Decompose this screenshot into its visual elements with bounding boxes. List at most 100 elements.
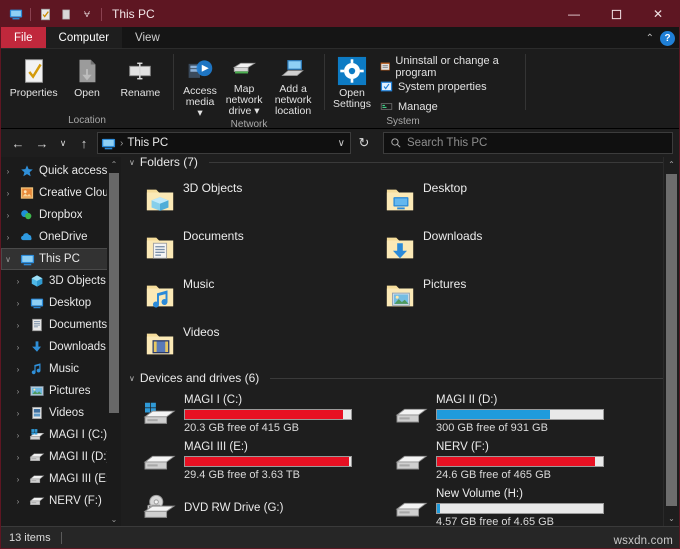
sidebar-item-dropbox[interactable]: › Dropbox <box>1 204 121 226</box>
address-dropdown-icon[interactable]: ∨ <box>338 138 345 149</box>
drive-free-space-label: 4.57 GB free of 4.65 GB <box>436 516 555 526</box>
expand-chevron-icon[interactable]: › <box>1 189 15 198</box>
sidebar-item-3d-objects[interactable]: › 3D Objects <box>1 270 121 292</box>
add-network-location-button[interactable]: Add a network location <box>270 53 316 117</box>
sidebar-item-videos[interactable]: › Videos <box>1 402 121 424</box>
sidebar-item-creative-cloud-fil[interactable]: › Creative Cloud Fil <box>1 182 121 204</box>
tab-computer[interactable]: Computer <box>45 27 123 48</box>
sidebar-item-label: 3D Objects <box>49 275 106 287</box>
content-scroll-thumb[interactable] <box>666 174 677 506</box>
ribbon-group-system: Open Settings Uninstall or change a prog… <box>325 49 525 129</box>
sidebar-scroll-up-icon[interactable]: ⌃ <box>107 157 121 171</box>
sidebar-scrollbar[interactable]: ⌃ ⌄ <box>107 157 121 526</box>
network-group-title: Network <box>230 119 268 130</box>
expand-chevron-icon[interactable]: › <box>1 233 15 242</box>
drive-usage-fill <box>437 410 550 419</box>
folders-group-chevron-icon[interactable]: ∨ <box>129 158 135 167</box>
tab-file[interactable]: File <box>1 27 46 48</box>
drives-group-header[interactable]: ∨ Devices and drives (6) <box>121 369 679 387</box>
navigation-bar: ← → ∨ ↑ › This PC ∨ ↻ Search This PC <box>1 129 679 157</box>
back-button[interactable]: ← <box>7 132 29 154</box>
manage-button[interactable]: Manage <box>377 97 517 116</box>
expand-chevron-icon[interactable]: › <box>11 431 25 440</box>
drive-item[interactable]: NERV (F:) 24.6 GB free of 465 GB <box>387 437 639 484</box>
help-icon[interactable]: ? <box>660 30 675 46</box>
drive-item[interactable]: MAGI III (E:) 29.4 GB free of 3.63 TB <box>135 437 387 484</box>
window-title: This PC <box>112 7 155 21</box>
expand-chevron-icon[interactable]: › <box>1 211 15 220</box>
folder-item[interactable]: Downloads <box>375 223 615 271</box>
expand-chevron-icon[interactable]: › <box>11 497 25 506</box>
folder-item[interactable]: Desktop <box>375 175 615 223</box>
drives-group-chevron-icon[interactable]: ∨ <box>129 374 135 383</box>
sidebar-item-onedrive[interactable]: › OneDrive <box>1 226 121 248</box>
drive-icon <box>29 471 45 487</box>
folder-music-icon <box>145 280 175 310</box>
refresh-button[interactable]: ↻ <box>353 132 375 154</box>
properties-button[interactable]: Properties <box>9 53 58 99</box>
expand-chevron-icon[interactable]: › <box>11 387 25 396</box>
expand-chevron-icon[interactable]: › <box>11 453 25 462</box>
open-button[interactable]: Open <box>62 53 111 99</box>
sidebar-item-this-pc[interactable]: ∨ This PC <box>1 248 121 270</box>
drive-info: NERV (F:) 24.6 GB free of 465 GB <box>436 439 604 482</box>
sidebar-item-music[interactable]: › Music <box>1 358 121 380</box>
sidebar-item-downloads[interactable]: › Downloads <box>1 336 121 358</box>
tab-view[interactable]: View <box>122 27 173 48</box>
expand-chevron-icon[interactable]: › <box>11 475 25 484</box>
sidebar-item-documents[interactable]: › Documents <box>1 314 121 336</box>
folder-item[interactable]: 3D Objects <box>135 175 375 223</box>
content-scrollbar[interactable]: ⌃ ⌄ <box>663 157 679 526</box>
content-scroll-up-icon[interactable]: ⌃ <box>664 157 679 172</box>
expand-chevron-icon[interactable]: › <box>11 365 25 374</box>
open-icon <box>79 59 96 83</box>
system-properties-button[interactable]: System properties <box>377 77 517 96</box>
content-scroll-down-icon[interactable]: ⌄ <box>664 511 679 526</box>
map-network-drive-button[interactable]: Map network drive ▾ <box>222 53 266 117</box>
qat-dropdown-icon[interactable]: ⩝ <box>78 5 96 23</box>
minimize-button[interactable]: — <box>553 1 595 27</box>
sidebar-item-pictures[interactable]: › Pictures <box>1 380 121 402</box>
folder-item[interactable]: Documents <box>135 223 375 271</box>
folder-item[interactable]: Videos <box>135 319 375 367</box>
access-media-button[interactable]: Access media ▾ <box>182 53 218 119</box>
sidebar-scroll-down-icon[interactable]: ⌄ <box>107 512 121 526</box>
new-folder-icon[interactable] <box>57 5 75 23</box>
recent-locations-icon[interactable]: ∨ <box>55 132 71 154</box>
expand-chevron-icon[interactable]: ∨ <box>1 255 15 264</box>
search-box[interactable]: Search This PC <box>383 132 673 154</box>
forward-button[interactable]: → <box>31 132 53 154</box>
sidebar-item-quick-access[interactable]: › Quick access <box>1 160 121 182</box>
sidebar-scroll-thumb[interactable] <box>109 173 119 413</box>
open-settings-button[interactable]: Open Settings <box>333 53 371 110</box>
sidebar-item-magi-iii-e[interactable]: › MAGI III (E:) <box>1 468 121 490</box>
drive-item[interactable]: MAGI I (C:) 20.3 GB free of 415 GB <box>135 390 387 437</box>
expand-chevron-icon[interactable]: › <box>11 299 25 308</box>
folders-group-header[interactable]: ∨ Folders (7) <box>121 157 679 171</box>
folder-item[interactable]: Music <box>135 271 375 319</box>
sidebar-item-magi-i-c[interactable]: › MAGI I (C:) <box>1 424 121 446</box>
drive-item[interactable]: DVD DVD RW Drive (G:) <box>135 484 387 526</box>
sidebar-item-magi-ii-d[interactable]: › MAGI II (D:) <box>1 446 121 468</box>
folder-item[interactable]: Pictures <box>375 271 615 319</box>
sidebar-item-desktop[interactable]: › Desktop <box>1 292 121 314</box>
maximize-button[interactable] <box>595 1 637 27</box>
address-bar[interactable]: › This PC ∨ <box>97 132 351 154</box>
collapse-ribbon-icon[interactable]: ⌃ <box>646 33 654 44</box>
expand-chevron-icon[interactable]: › <box>11 277 25 286</box>
drive-item[interactable]: New Volume (H:) 4.57 GB free of 4.65 GB <box>387 484 639 526</box>
properties-icon[interactable] <box>36 5 54 23</box>
rename-button[interactable]: Rename <box>116 53 165 99</box>
uninstall-program-button[interactable]: Uninstall or change a program <box>377 55 517 79</box>
drive-item[interactable]: MAGI II (D:) 300 GB free of 931 GB <box>387 390 639 437</box>
sidebar-item-label: Quick access <box>39 165 108 177</box>
expand-chevron-icon[interactable]: › <box>11 343 25 352</box>
sidebar-item-nerv-f[interactable]: › NERV (F:) <box>1 490 121 512</box>
expand-chevron-icon[interactable]: › <box>1 167 15 176</box>
this-pc-icon[interactable] <box>7 5 25 23</box>
up-button[interactable]: ↑ <box>73 132 95 154</box>
breadcrumb-this-pc[interactable]: This PC <box>127 137 168 149</box>
expand-chevron-icon[interactable]: › <box>11 321 25 330</box>
expand-chevron-icon[interactable]: › <box>11 409 25 418</box>
close-button[interactable]: ✕ <box>637 1 679 27</box>
